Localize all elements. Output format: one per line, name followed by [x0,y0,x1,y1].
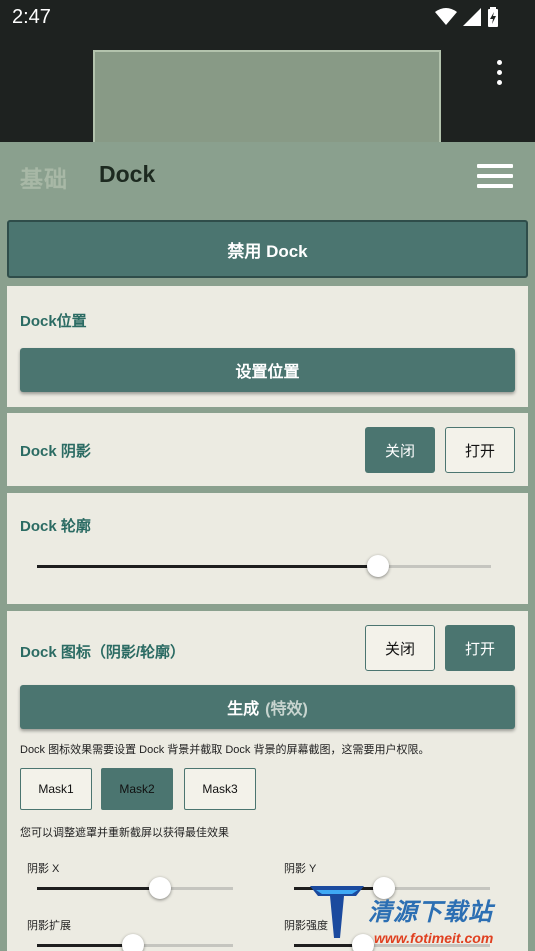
tab-dock[interactable]: Dock [99,161,155,188]
icon-on-button[interactable]: 打开 [445,625,515,671]
shadow-x-label: 阴影 X [27,863,60,875]
set-position-button[interactable]: 设置位置 [20,348,515,392]
shadow-x-slider[interactable] [37,887,233,890]
icon-effect-note: Dock 图标效果需要设置 Dock 背景并截取 Dock 背景的屏幕截图，这需… [20,744,430,756]
hamburger-menu-icon[interactable] [477,164,513,188]
signal-icon [463,8,481,26]
shadow-x-slider-thumb[interactable] [149,877,172,899]
dock-shadow-title: Dock 阴影 [20,443,91,460]
settings-content: 禁用 Dock Dock位置 设置位置 Dock 阴影 关闭 打开 Dock 轮… [0,208,535,951]
watermark-url: www.fotimeit.com [374,930,494,946]
generate-label: 生成 [227,701,260,718]
shadow-spread-slider-fill [37,944,134,947]
status-icons [435,7,499,27]
dock-shadow-card: Dock 阴影 关闭 打开 [7,413,528,486]
battery-charging-icon [488,7,498,27]
mask1-button[interactable]: Mask1 [20,768,92,810]
disable-dock-button[interactable]: 禁用 Dock [7,220,528,278]
dock-icon-title: Dock 图标（阴影/轮廓） [20,644,186,661]
watermark-logo-icon [310,886,364,938]
watermark: 清源下载站 www.fotimeit.com [304,878,514,948]
watermark-title: 清源下载站 [368,899,493,926]
wifi-icon [435,8,457,25]
shadow-spread-label: 阴影扩展 [27,920,71,932]
status-bar: 2:47 [0,0,535,36]
more-vert-icon[interactable] [493,60,505,92]
shadow-off-button[interactable]: 关闭 [365,427,435,473]
dock-position-title: Dock位置 [20,313,87,330]
shadow-x-slider-fill [37,887,161,890]
shadow-on-button[interactable]: 打开 [445,427,515,473]
adjust-mask-note: 您可以调整遮罩并重新截屏以获得最佳效果 [20,827,229,839]
preview-area [0,36,535,144]
header: 基础 Dock [0,142,535,208]
outline-slider-fill [37,565,378,568]
dock-position-card: Dock位置 设置位置 [7,286,528,407]
mask3-button[interactable]: Mask3 [184,768,256,810]
icon-off-button[interactable]: 关闭 [365,625,435,671]
dock-outline-title: Dock 轮廓 [20,518,91,535]
dock-outline-card: Dock 轮廓 [7,493,528,604]
outline-slider[interactable] [37,565,491,568]
outline-slider-thumb[interactable] [366,555,389,577]
dock-preview [93,50,441,144]
shadow-y-label: 阴影 Y [284,863,317,875]
tab-basic[interactable]: 基础 [20,160,68,194]
mask2-button[interactable]: Mask2 [101,768,173,810]
status-time: 2:47 [12,6,51,28]
generate-effect-button[interactable]: 生成 (特效) [20,685,515,729]
shadow-spread-slider-thumb[interactable] [122,934,145,951]
generate-hint: (特效) [265,701,308,718]
